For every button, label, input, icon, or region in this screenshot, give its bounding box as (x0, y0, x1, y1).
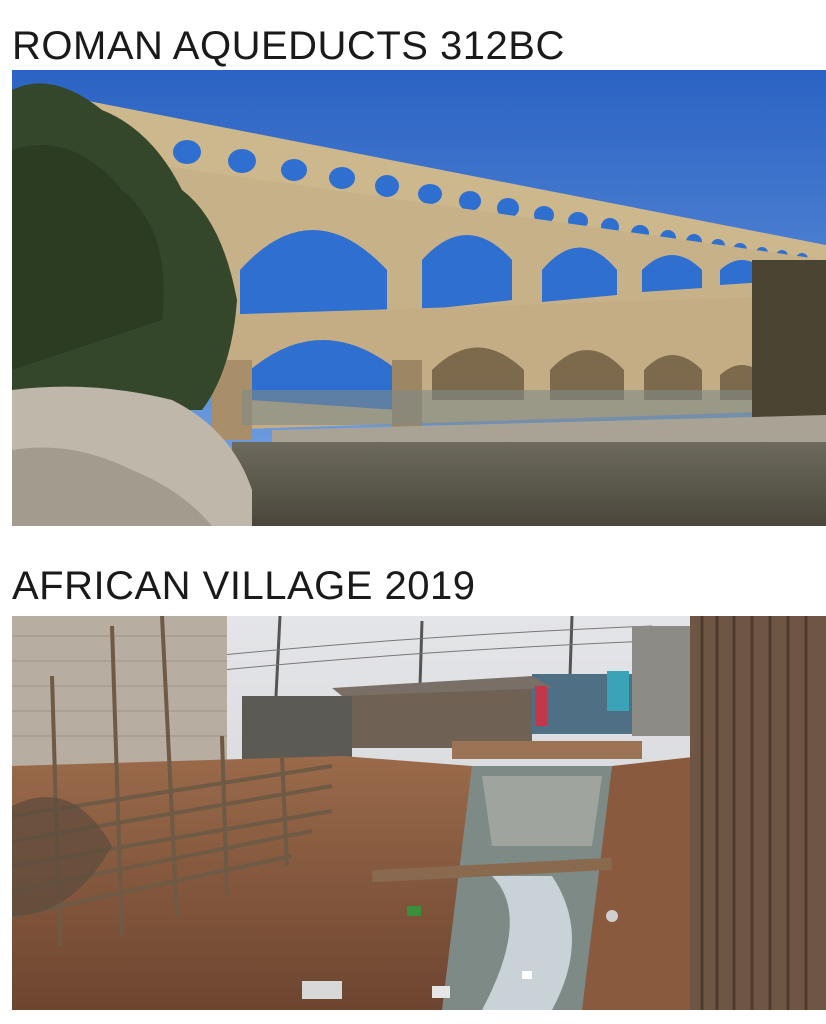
river-water (232, 442, 826, 526)
village-illustration (12, 616, 826, 1010)
caption-african-village: AFRICAN VILLAGE 2019 (12, 564, 476, 608)
right-cliff (752, 260, 826, 420)
village-photo (12, 616, 826, 1010)
footbridge (452, 741, 642, 759)
concrete-wall (12, 616, 227, 766)
aqueduct-photo (12, 70, 826, 526)
hanging-clothes (607, 671, 629, 711)
caption-roman-aqueducts: ROMAN AQUEDUCTS 312BC (12, 24, 565, 68)
aqueduct-illustration (12, 70, 826, 526)
corrugated-shack (690, 616, 826, 1010)
person-red-shirt (535, 686, 547, 726)
